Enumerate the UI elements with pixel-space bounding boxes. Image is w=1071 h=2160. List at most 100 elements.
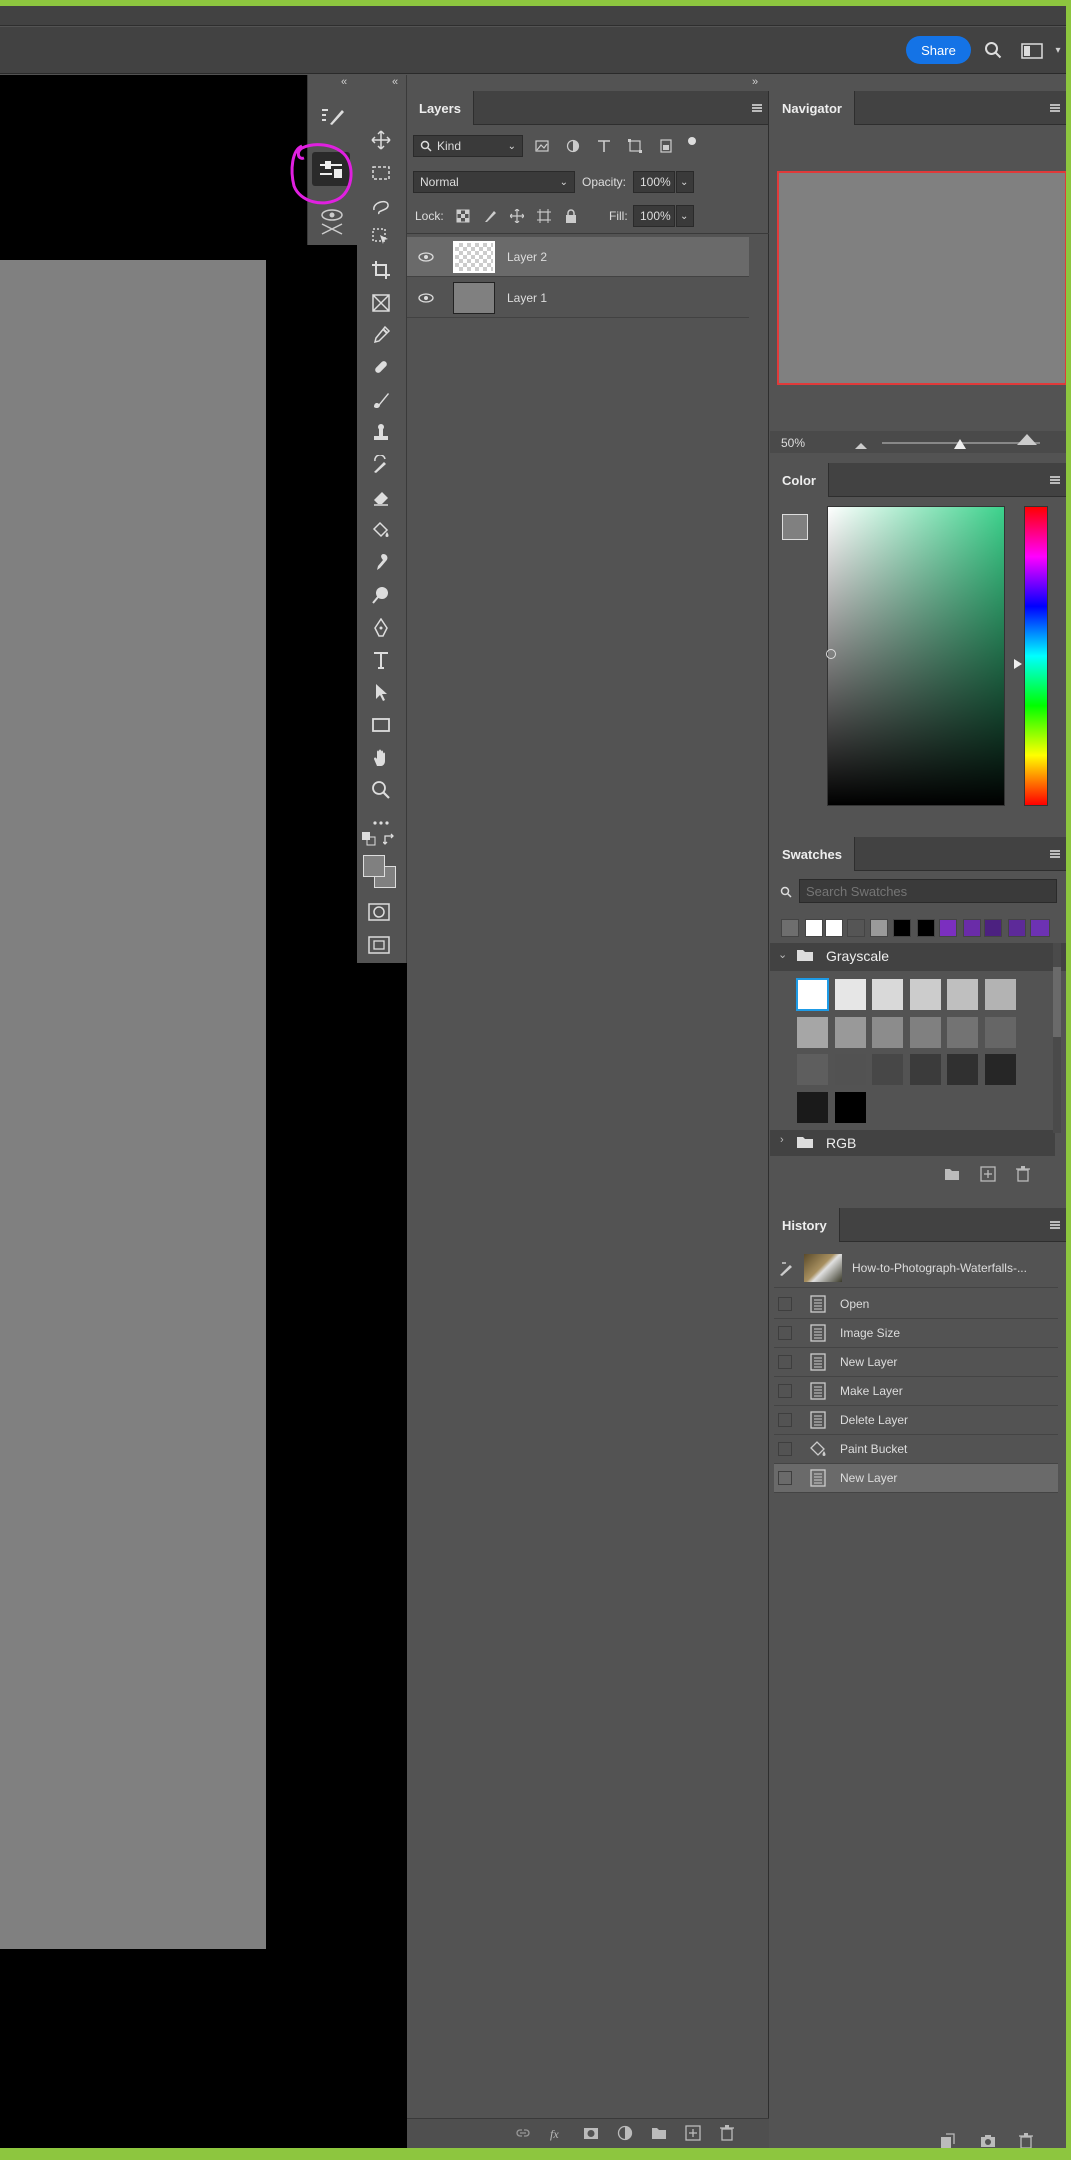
smudge-tool[interactable] <box>367 548 395 576</box>
search-icon[interactable] <box>982 39 1004 61</box>
layers-tab[interactable]: Layers <box>407 91 474 125</box>
history-brush-icon[interactable] <box>778 1259 796 1277</box>
screen-mode-icon[interactable] <box>368 934 390 956</box>
swatches-menu-icon[interactable] <box>1050 850 1060 858</box>
recent-swatch[interactable] <box>939 919 957 937</box>
grayscale-swatch[interactable] <box>908 978 942 1011</box>
trash-icon[interactable] <box>1016 2131 1036 2148</box>
path-selection-tool[interactable] <box>367 678 395 706</box>
grayscale-swatch[interactable] <box>908 1015 942 1049</box>
navigator-menu-icon[interactable] <box>1050 104 1060 112</box>
history-menu-icon[interactable] <box>1050 1221 1060 1229</box>
grayscale-swatch[interactable] <box>946 978 979 1011</box>
blend-mode-select[interactable]: Normal ⌄ <box>413 171 575 193</box>
move-tool[interactable] <box>367 126 395 154</box>
history-checkbox[interactable] <box>778 1471 792 1485</box>
healing-brush-tool[interactable] <box>367 353 395 381</box>
color-field[interactable] <box>827 506 1005 806</box>
chevron-right-icon[interactable]: › <box>780 1134 784 1146</box>
new-swatch-icon[interactable] <box>980 1166 996 1187</box>
layers-panel-menu-icon[interactable] <box>752 104 762 112</box>
brush-tool[interactable] <box>367 386 395 414</box>
lock-pixels-icon[interactable] <box>483 209 497 223</box>
trash-icon[interactable] <box>717 2123 737 2143</box>
history-item[interactable]: Image Size <box>774 1319 1058 1348</box>
recent-swatch[interactable] <box>825 919 843 937</box>
grayscale-swatch[interactable] <box>983 1053 1017 1086</box>
history-checkbox[interactable] <box>778 1326 792 1340</box>
new-folder-icon[interactable] <box>944 1167 960 1186</box>
grayscale-swatch[interactable] <box>833 978 867 1011</box>
recent-swatch[interactable] <box>870 919 888 937</box>
history-brush-tool[interactable] <box>367 451 395 479</box>
eyedropper-tool[interactable] <box>367 321 395 349</box>
color-menu-icon[interactable] <box>1050 476 1060 484</box>
history-item[interactable]: Open <box>774 1290 1058 1319</box>
eraser-tool[interactable] <box>367 483 395 511</box>
new-group-icon[interactable] <box>649 2123 669 2143</box>
recent-swatch[interactable] <box>1008 919 1026 937</box>
quick-mask-icon[interactable] <box>368 901 390 923</box>
dodge-tool[interactable] <box>367 581 395 609</box>
workspace-icon[interactable] <box>1018 40 1046 62</box>
grayscale-swatch[interactable] <box>833 1090 867 1124</box>
recent-swatch[interactable] <box>805 919 823 937</box>
adjustment-layer-icon[interactable] <box>615 2123 635 2143</box>
grayscale-swatch[interactable] <box>946 1053 979 1086</box>
search-swatches-input[interactable] <box>799 879 1057 903</box>
crop-tool[interactable] <box>367 256 395 284</box>
zoom-input[interactable]: 50% <box>774 434 838 452</box>
history-checkbox[interactable] <box>778 1442 792 1456</box>
camera-icon[interactable] <box>978 2131 998 2148</box>
grayscale-swatch[interactable] <box>871 978 904 1011</box>
swatches-tab[interactable]: Swatches <box>770 837 855 871</box>
eye-icon[interactable] <box>413 244 439 270</box>
history-item[interactable]: New Layer <box>774 1348 1058 1377</box>
default-colors-icon[interactable] <box>362 832 376 846</box>
color-tab[interactable]: Color <box>770 463 829 497</box>
grayscale-swatch[interactable] <box>796 978 829 1011</box>
grayscale-swatch[interactable] <box>796 1053 829 1086</box>
grayscale-swatch[interactable] <box>908 1053 942 1086</box>
add-mask-icon[interactable] <box>581 2123 601 2143</box>
lock-transparent-icon[interactable] <box>456 209 470 223</box>
object-selection-tool[interactable] <box>367 223 395 251</box>
layer-row[interactable]: Layer 2 <box>407 237 749 277</box>
recent-swatch[interactable] <box>893 919 911 937</box>
foreground-color-swatch[interactable] <box>782 514 808 540</box>
grayscale-swatch[interactable] <box>833 1053 867 1086</box>
hue-slider-thumb[interactable] <box>1014 656 1022 674</box>
grayscale-swatch[interactable] <box>983 1015 1017 1049</box>
zoom-tool[interactable] <box>367 776 395 804</box>
swatches-scroll-thumb[interactable] <box>1053 967 1061 1037</box>
lock-all-icon[interactable] <box>564 209 578 223</box>
history-checkbox[interactable] <box>778 1384 792 1398</box>
frame-tool[interactable] <box>367 289 395 317</box>
lock-artboard-icon[interactable] <box>537 209 551 223</box>
grayscale-swatch[interactable] <box>946 1015 979 1049</box>
lasso-tool[interactable] <box>367 192 395 220</box>
opacity-input[interactable]: 100% <box>633 171 675 193</box>
navigator-preview[interactable] <box>777 171 1066 385</box>
fill-chevron-icon[interactable]: ⌄ <box>676 205 694 227</box>
trash-icon[interactable] <box>1016 1166 1030 1187</box>
color-picker-cursor[interactable] <box>826 649 836 659</box>
swap-colors-icon[interactable] <box>382 832 397 846</box>
recent-swatch[interactable] <box>963 919 981 937</box>
eye-icon[interactable] <box>413 285 439 311</box>
fx-icon[interactable]: fx <box>547 2123 567 2143</box>
recent-swatch[interactable] <box>781 919 799 937</box>
foreground-color-swatch[interactable] <box>363 855 385 877</box>
zoom-slider-thumb[interactable] <box>954 436 966 454</box>
filter-toggle[interactable] <box>688 137 696 145</box>
paint-bucket-tool[interactable] <box>367 516 395 544</box>
navigator-tab[interactable]: Navigator <box>770 91 855 125</box>
hand-tool[interactable] <box>367 744 395 772</box>
lock-position-icon[interactable] <box>509 208 525 224</box>
filter-shape-icon[interactable] <box>628 139 642 153</box>
filter-smart-object-icon[interactable] <box>659 139 673 153</box>
history-checkbox[interactable] <box>778 1413 792 1427</box>
share-button[interactable]: Share <box>906 36 971 64</box>
brush-settings-icon[interactable] <box>318 104 348 130</box>
zoom-in-icon[interactable] <box>1016 432 1038 451</box>
